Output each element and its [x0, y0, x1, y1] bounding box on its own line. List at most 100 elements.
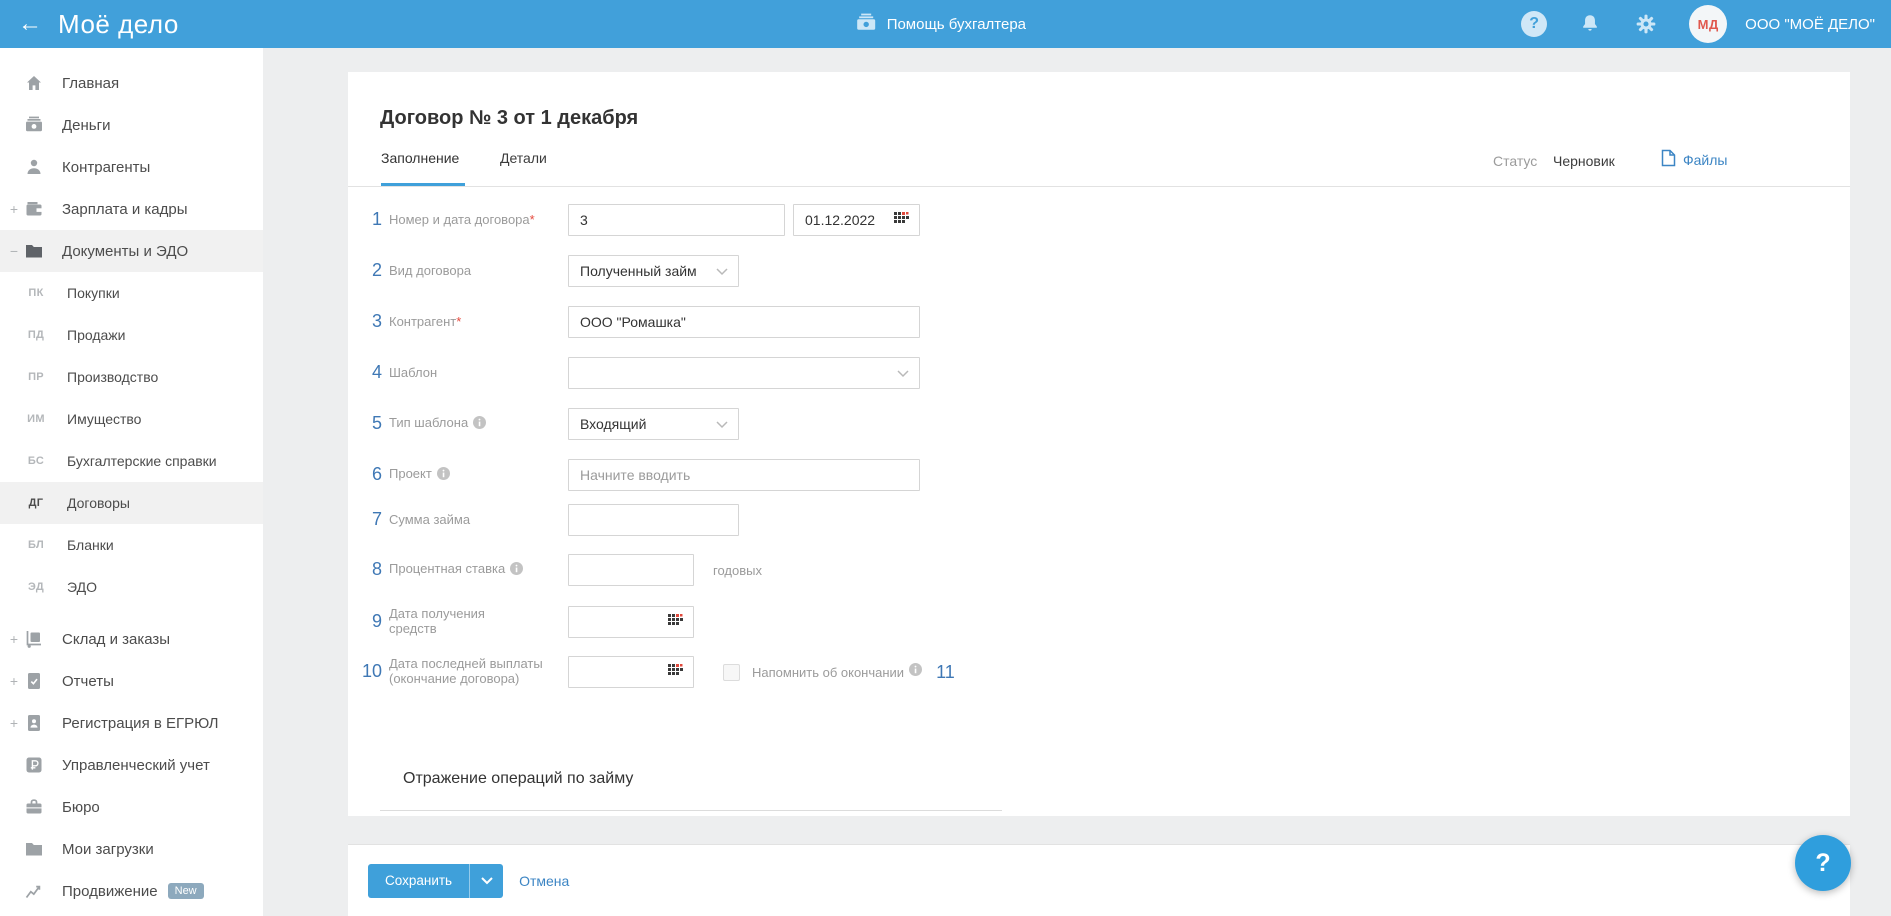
loan-amount-input[interactable] [568, 504, 739, 536]
sidebar-item-label: Бланки [67, 537, 114, 553]
back-arrow-icon[interactable]: ← [18, 12, 42, 36]
field-row-funds-received-date: 9 Дата получения средств [348, 606, 1850, 638]
sidebar-item-prodazhi[interactable]: ПД Продажи [0, 314, 263, 356]
sidebar-item-abbr: ПК [28, 287, 44, 299]
expand-plus-icon[interactable]: + [8, 673, 20, 689]
sidebar-item-dengi[interactable]: Деньги [0, 104, 263, 146]
project-input[interactable] [568, 459, 920, 491]
required-mark: * [529, 211, 535, 227]
sidebar-item-label: Производство [67, 369, 159, 385]
sidebar-item-pokupki[interactable]: ПК Покупки [0, 272, 263, 314]
field-label: Шаблон [389, 364, 438, 380]
field-row-template-type: 5 Тип шаблона Входящий [348, 408, 1850, 440]
section-divider [380, 810, 1002, 811]
field-row-interest-rate: 8 Процентная ставка годовых [348, 554, 1850, 586]
expand-plus-icon[interactable]: + [8, 201, 20, 217]
sidebar-item-label: Регистрация в ЕГРЮЛ [62, 714, 219, 732]
date-value: 01.12.2022 [805, 212, 876, 228]
gear-icon[interactable] [1633, 11, 1659, 37]
info-icon[interactable] [510, 561, 524, 578]
info-icon[interactable] [909, 663, 923, 681]
field-row-last-payment-date: 10 Дата последней выплаты (окончание дог… [348, 656, 1850, 688]
sidebar-item-proizvodstvo[interactable]: ПР Производство [0, 356, 263, 398]
file-icon [1661, 149, 1676, 170]
field-label: Проект [389, 465, 432, 481]
sidebar-item-imushchestvo[interactable]: ИМ Имущество [0, 398, 263, 440]
sidebar-item-otchety[interactable]: + Отчеты [0, 660, 263, 702]
expand-plus-icon[interactable]: + [8, 631, 20, 647]
field-number: 7 [371, 509, 382, 529]
template-type-select[interactable]: Входящий [568, 408, 739, 440]
sidebar-item-label: Склад и заказы [62, 630, 171, 648]
docperson-icon [24, 713, 44, 733]
calendar-icon[interactable] [668, 614, 683, 630]
sidebar-item-label: ЭДО [67, 579, 97, 595]
field-label: Вид договора [389, 262, 472, 278]
sidebar-item-moi-zagruzki[interactable]: Мои загрузки [0, 828, 263, 870]
interest-rate-input[interactable] [568, 554, 694, 586]
sidebar-item-label: Продажи [67, 327, 126, 343]
files-link[interactable]: Файлы [1661, 149, 1727, 170]
sidebar-item-dokumenty-i-edo[interactable]: − Документы и ЭДО [0, 230, 263, 272]
tab-zapolnenie[interactable]: Заполнение [381, 150, 459, 166]
contract-date-input[interactable]: 01.12.2022 [793, 204, 920, 236]
sidebar-item-zarplata-i-kadry[interactable]: + Зарплата и кадры [0, 188, 263, 230]
expand-plus-icon[interactable]: + [8, 715, 20, 731]
help-icon[interactable]: ? [1521, 11, 1548, 37]
field-number: 6 [371, 464, 382, 484]
last-payment-date-input[interactable] [568, 656, 694, 688]
sidebar-item-upravlencheskiy-uchet[interactable]: Управленческий учет [0, 744, 263, 786]
collapse-minus-icon[interactable]: − [8, 243, 20, 259]
chevron-down-icon [897, 365, 909, 381]
user-avatar[interactable]: МД [1689, 5, 1728, 43]
files-label: Файлы [1683, 151, 1728, 168]
accountant-help-link[interactable]: Помощь бухгалтера [855, 0, 1026, 48]
cancel-link[interactable]: Отмена [519, 873, 569, 889]
remind-checkbox[interactable] [723, 663, 740, 681]
sidebar-item-kontragenty[interactable]: Контрагенты [0, 146, 263, 188]
sidebar-item-blanki[interactable]: БЛ Бланки [0, 524, 263, 566]
tabs-divider [348, 186, 1850, 187]
funds-received-date-input[interactable] [568, 606, 694, 638]
calendar-icon[interactable] [894, 212, 909, 228]
sidebar-item-label: Отчеты [62, 672, 114, 690]
status-badge: Черновик [1553, 153, 1615, 169]
sidebar-item-byuro[interactable]: Бюро [0, 786, 263, 828]
folder-icon [24, 241, 44, 261]
save-button[interactable]: Сохранить [368, 863, 470, 898]
field-label: Дата получения средств [389, 606, 485, 636]
info-icon[interactable] [473, 415, 487, 432]
field-label: Дата последней выплаты (окончание догово… [389, 656, 543, 686]
contract-number-input[interactable] [568, 204, 785, 236]
chevron-down-icon [716, 416, 728, 432]
select-value: Входящий [580, 416, 647, 432]
template-select[interactable] [568, 357, 920, 389]
calendar-icon[interactable] [668, 664, 683, 680]
field-number: 2 [371, 260, 382, 280]
wallet-icon [24, 199, 44, 219]
organization-name[interactable]: ООО "МОЁ ДЕЛО" [1745, 16, 1875, 33]
counterparty-input[interactable] [568, 306, 920, 338]
sidebar-item-buhgalterskie-spravki[interactable]: БС Бухгалтерские справки [0, 440, 263, 482]
floating-help-button[interactable]: ? [1795, 835, 1851, 891]
bell-icon[interactable] [1577, 11, 1603, 37]
page-title: Договор № 3 от 1 декабря [380, 107, 639, 130]
sidebar-item-sklad-i-zakazy[interactable]: + Склад и заказы [0, 618, 263, 660]
sidebar-item-edo[interactable]: ЭД ЭДО [0, 566, 263, 608]
field-number: 1 [371, 209, 382, 229]
field-label: Номер и дата договора [389, 211, 530, 227]
sidebar-item-registratsiya-v-egrul[interactable]: + Регистрация в ЕГРЮЛ [0, 702, 263, 744]
sidebar-item-glavnaya[interactable]: Главная [0, 62, 263, 104]
tab-detali[interactable]: Детали [500, 150, 547, 166]
sidebar-item-abbr: ПД [27, 329, 45, 341]
chevron-down-icon [716, 263, 728, 279]
sidebar-item-prodvizhenie[interactable]: Продвижение New [0, 870, 263, 912]
field-row-project: 6 Проект [348, 459, 1850, 491]
report-icon [24, 671, 44, 691]
app-logo[interactable]: Моё дело [58, 9, 179, 40]
sidebar-item-dogovory[interactable]: ДГ Договоры [0, 482, 263, 524]
contract-type-select[interactable]: Полученный займ [568, 255, 739, 287]
info-icon[interactable] [436, 466, 450, 483]
save-options-button[interactable] [469, 863, 504, 898]
person-icon [24, 157, 44, 177]
